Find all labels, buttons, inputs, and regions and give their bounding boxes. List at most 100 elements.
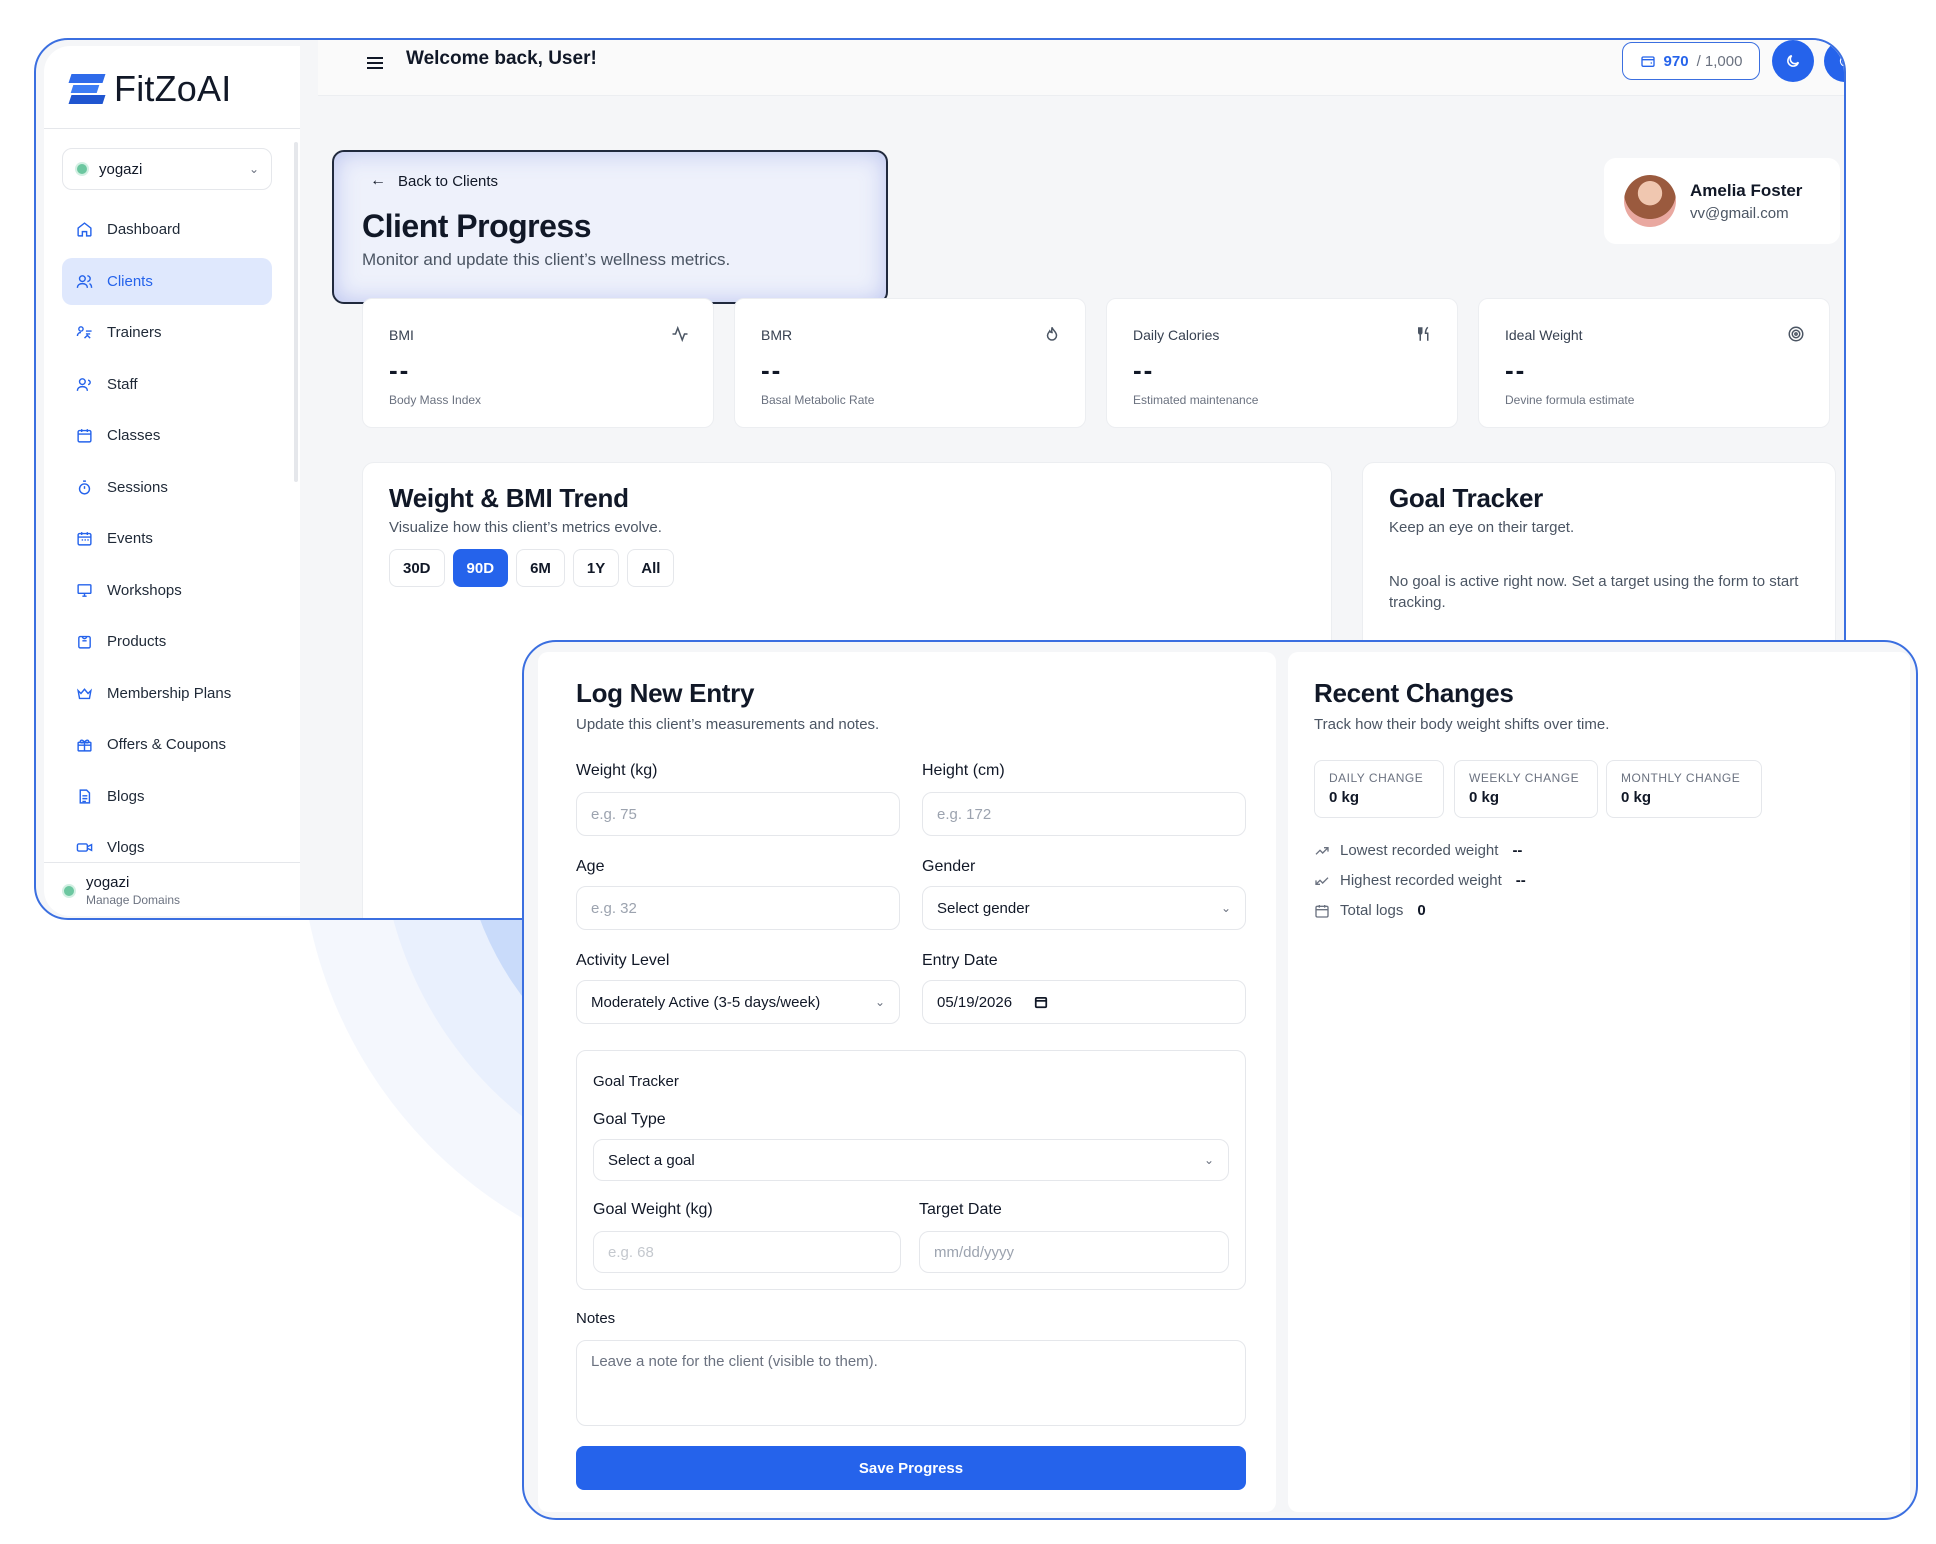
- calendar-icon: [76, 530, 93, 547]
- target-icon: [1788, 326, 1804, 342]
- domain-icon: [62, 883, 76, 898]
- sidebar-item-trainers[interactable]: Trainers: [62, 309, 272, 356]
- trending-down-icon: [1315, 876, 1329, 885]
- height-label: Height (cm): [922, 762, 1005, 779]
- avatar: [1624, 175, 1676, 227]
- page-subtitle: Monitor and update this client’s wellnes…: [362, 250, 731, 269]
- monthly-change-box: MONTHLY CHANGE 0 kg: [1606, 760, 1762, 818]
- log-entry-window: Log New Entry Update this client’s measu…: [522, 640, 1918, 1520]
- metric-value: --: [1505, 355, 1527, 385]
- weight-label: Weight (kg): [576, 762, 658, 779]
- sidebar-item-products[interactable]: Products: [62, 618, 272, 665]
- metric-label: Daily Calories: [1133, 327, 1220, 343]
- wallet-icon: [1640, 56, 1655, 67]
- height-input[interactable]: e.g. 172: [922, 792, 1246, 836]
- sidebar-item-label: Classes: [107, 427, 161, 444]
- notes-label: Notes: [576, 1310, 616, 1327]
- range-button-all[interactable]: All: [627, 549, 675, 587]
- sidebar-item-clients[interactable]: Clients: [62, 257, 272, 305]
- gender-select[interactable]: Select gender ⌄: [922, 886, 1246, 930]
- log-new-entry-card: Log New Entry Update this client’s measu…: [538, 652, 1276, 1512]
- gender-select-value: Select gender: [937, 899, 1030, 917]
- menu-icon[interactable]: [366, 56, 384, 70]
- metric-value: --: [761, 355, 783, 385]
- metric-label: BMR: [761, 327, 793, 343]
- lowest-weight-value: --: [1512, 842, 1523, 859]
- client-profile-card[interactable]: Amelia Foster vv@gmail.com: [1604, 158, 1840, 244]
- logo-text: FitZoAI: [114, 68, 232, 109]
- metric-sub: Devine formula estimate: [1505, 393, 1635, 407]
- credits-badge[interactable]: 970 / 1,000: [1622, 42, 1760, 80]
- sidebar-domain-switcher[interactable]: yogazi Manage Domains: [62, 874, 180, 907]
- lowest-weight-label: Lowest recorded weight: [1340, 842, 1499, 859]
- recent-changes-card: Recent Changes Track how their body weig…: [1288, 652, 1910, 1512]
- sidebar-item-label: Products: [107, 633, 167, 650]
- notes-textarea[interactable]: Leave a note for the client (visible to …: [576, 1340, 1246, 1426]
- sidebar-item-staff[interactable]: Staff: [62, 361, 272, 408]
- total-logs-row: Total logs 0: [1314, 902, 1426, 919]
- sidebar: FitZoAI yogazi ⌄ Dashboard Clients Train…: [44, 46, 300, 916]
- change-label: DAILY CHANGE: [1329, 771, 1424, 785]
- flame-icon: [1046, 326, 1058, 341]
- app-logo[interactable]: FitZoAI: [68, 68, 232, 110]
- change-value: 0 kg: [1621, 789, 1652, 806]
- sidebar-item-dashboard[interactable]: Dashboard: [62, 206, 272, 253]
- back-to-clients-link[interactable]: ← Back to Clients: [370, 172, 498, 190]
- timer-icon: [76, 479, 93, 496]
- sidebar-item-membership-plans[interactable]: Membership Plans: [62, 670, 272, 717]
- theme-toggle-button[interactable]: [1772, 40, 1814, 82]
- goal-empty-message: No goal is active right now. Set a targe…: [1389, 573, 1799, 611]
- metric-label: Ideal Weight: [1505, 327, 1583, 343]
- change-label: WEEKLY CHANGE: [1469, 771, 1580, 785]
- sidebar-item-blogs[interactable]: Blogs: [62, 773, 272, 820]
- client-email: vv@gmail.com: [1690, 204, 1789, 222]
- arrow-left-icon: ←: [370, 172, 386, 189]
- sidebar-item-classes[interactable]: Classes: [62, 412, 272, 459]
- range-button-1y[interactable]: 1Y: [572, 549, 620, 587]
- domain-sub: Manage Domains: [86, 893, 181, 907]
- home-icon: [76, 221, 93, 238]
- chevron-down-icon: ⌄: [1220, 901, 1231, 915]
- weight-input[interactable]: e.g. 75: [576, 792, 900, 836]
- org-selector[interactable]: yogazi ⌄: [62, 148, 272, 190]
- range-selector: 30D 90D 6M 1Y All: [389, 549, 675, 587]
- sidebar-item-vlogs[interactable]: Vlogs: [62, 824, 272, 871]
- credits-value: 970: [1663, 52, 1689, 70]
- card-subtitle: Update this client’s measurements and no…: [576, 716, 880, 733]
- video-icon: [76, 839, 93, 856]
- sidebar-item-label: Staff: [107, 375, 138, 393]
- range-button-30d[interactable]: 30D: [389, 549, 445, 587]
- sidebar-scrollbar[interactable]: [294, 142, 298, 482]
- sidebar-divider: [44, 128, 300, 129]
- moon-icon: [1787, 54, 1800, 67]
- metric-card-ideal-weight: Ideal Weight -- Devine formula estimate: [1478, 298, 1830, 428]
- card-title: Goal Tracker: [1389, 483, 1543, 513]
- change-value: 0 kg: [1329, 789, 1360, 806]
- metric-card-bmi: BMI -- Body Mass Index: [362, 298, 714, 428]
- goal-type-value: Select a goal: [608, 1151, 695, 1169]
- target-date-input[interactable]: mm/dd/yyyy: [919, 1231, 1229, 1273]
- activity-select[interactable]: Moderately Active (3-5 days/week) ⌄: [576, 980, 900, 1024]
- sidebar-item-sessions[interactable]: Sessions: [62, 464, 272, 511]
- logo-icon: [68, 74, 106, 104]
- goal-weight-input[interactable]: e.g. 68: [593, 1231, 901, 1273]
- range-button-90d[interactable]: 90D: [452, 549, 509, 587]
- card-title: Recent Changes: [1314, 678, 1514, 708]
- sidebar-item-events[interactable]: Events: [62, 515, 272, 562]
- highest-weight-value: --: [1515, 872, 1526, 889]
- goal-type-select[interactable]: Select a goal ⌄: [593, 1139, 1229, 1181]
- entry-date-input[interactable]: 05/19/2026: [922, 980, 1246, 1024]
- lowest-weight-row: Lowest recorded weight --: [1314, 842, 1522, 859]
- age-label: Age: [576, 858, 605, 875]
- metric-sub: Basal Metabolic Rate: [761, 393, 875, 407]
- sidebar-item-offers[interactable]: Offers & Coupons: [62, 721, 272, 768]
- save-progress-button[interactable]: Save Progress: [576, 1446, 1246, 1490]
- sidebar-item-label: Clients: [107, 272, 153, 290]
- users-icon: [76, 273, 93, 290]
- calendar-icon[interactable]: [1034, 995, 1048, 1009]
- sidebar-nav: Dashboard Clients Trainers Staff Classes…: [62, 206, 272, 876]
- crown-icon: [76, 685, 93, 702]
- sidebar-item-workshops[interactable]: Workshops: [62, 567, 272, 614]
- age-input[interactable]: e.g. 32: [576, 886, 900, 930]
- range-button-6m[interactable]: 6M: [516, 549, 565, 587]
